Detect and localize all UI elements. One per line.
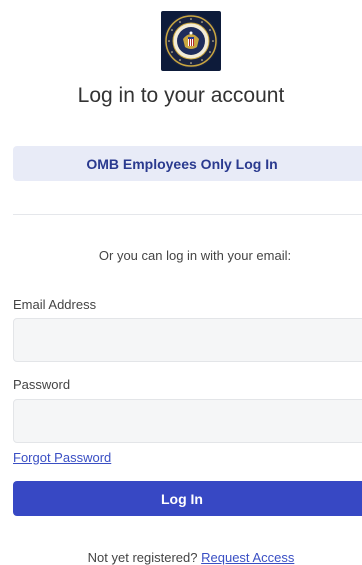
register-prompt: Not yet registered? Request Access: [0, 550, 362, 565]
email-field[interactable]: [13, 318, 362, 362]
login-button[interactable]: Log In: [13, 481, 362, 516]
email-login-prompt: Or you can log in with your email:: [0, 248, 362, 263]
forgot-password-link[interactable]: Forgot Password: [13, 450, 111, 465]
omb-sso-login-button[interactable]: OMB Employees Only Log In: [13, 146, 362, 181]
page-title: Log in to your account: [77, 84, 285, 107]
section-divider: [13, 214, 362, 215]
email-label: Email Address: [13, 297, 97, 312]
seal-graphic: [164, 14, 218, 68]
request-access-link[interactable]: Request Access: [201, 550, 294, 565]
presidential-seal-icon: [161, 11, 221, 71]
login-button-label: Log In: [161, 490, 203, 507]
login-page: Log in to your account OMB Employees Onl…: [0, 0, 362, 565]
password-label: Password: [13, 377, 71, 392]
sso-button-label: OMB Employees Only Log In: [86, 155, 278, 172]
email-login-prompt-text: Or you can log in with your email:: [98, 248, 292, 263]
password-field[interactable]: [13, 399, 362, 443]
register-prompt-inner: Not yet registered? Request Access: [88, 550, 295, 565]
register-prompt-text: Not yet registered?: [87, 550, 198, 565]
